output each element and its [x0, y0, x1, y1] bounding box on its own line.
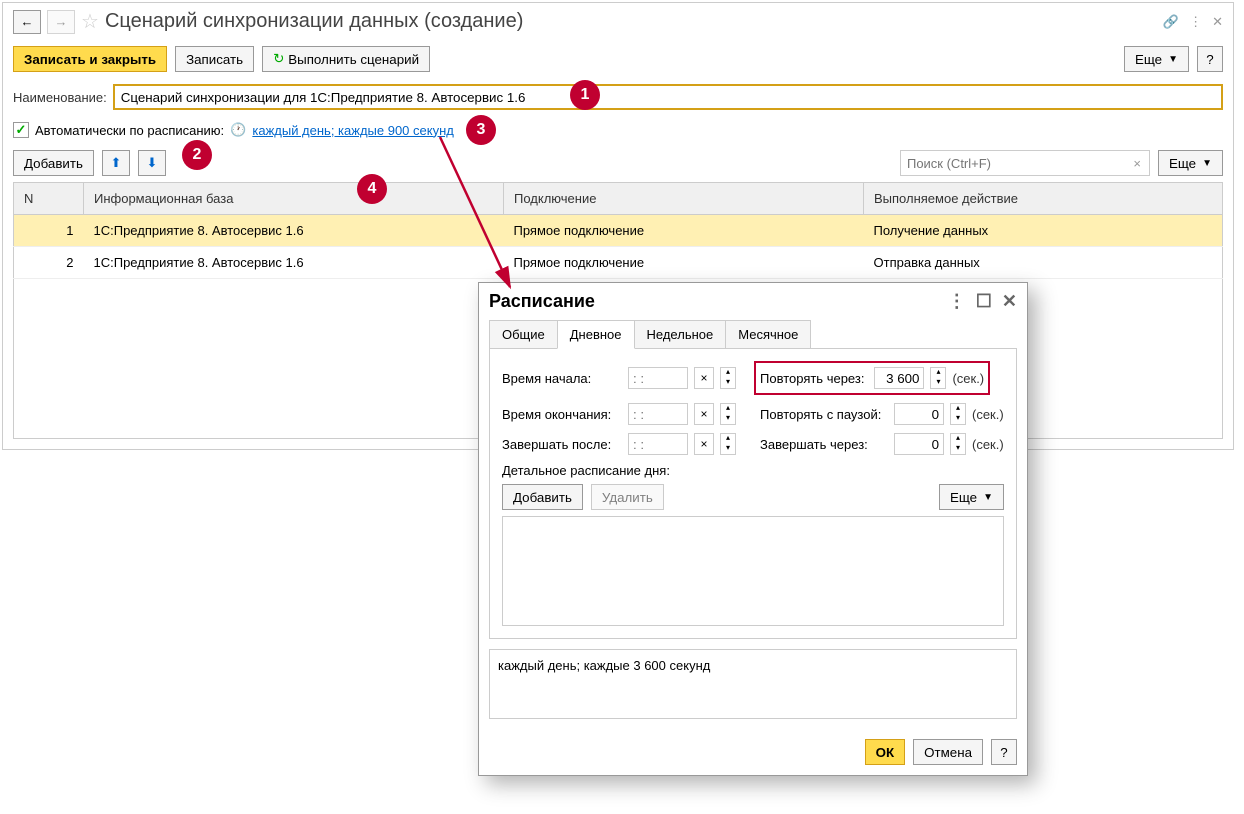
schedule-description: каждый день; каждые 3 600 секунд [489, 649, 1017, 719]
search-input[interactable] [905, 155, 1129, 172]
annotation-badge-2: 2 [182, 140, 212, 170]
more-button[interactable]: Еще ▼ [1124, 46, 1189, 72]
start-time-input[interactable] [628, 367, 688, 389]
move-down-button[interactable]: ⬇ [138, 150, 166, 176]
back-button[interactable]: ← [13, 10, 41, 34]
schedule-dialog: Расписание ⋮ ☐ ✕ Общие Дневное Недельное… [478, 282, 1028, 776]
start-time-label: Время начала: [502, 371, 622, 386]
window-title: Сценарий синхронизации данных (создание) [105, 10, 1157, 33]
star-icon[interactable]: ☆ [81, 9, 99, 34]
help-button[interactable]: ? [1197, 46, 1223, 72]
auto-label: Автоматически по расписанию: [35, 123, 224, 138]
clear-end-time[interactable]: × [694, 403, 714, 425]
dialog-help-button[interactable]: ? [991, 739, 1017, 765]
finish-in-input[interactable] [894, 433, 944, 455]
dialog-title: Расписание [489, 291, 595, 312]
scenarios-table: N Информационная база Подключение Выполн… [13, 182, 1223, 279]
repeat-highlight: Повторять через: ▴▾ (сек.) [754, 361, 990, 395]
end-time-label: Время окончания: [502, 407, 622, 422]
name-input[interactable] [113, 84, 1223, 110]
clock-icon: 🕐 [230, 122, 246, 138]
finish-in-label: Завершать через: [760, 437, 888, 452]
table-more-button[interactable]: Еще ▼ [1158, 150, 1223, 176]
start-time-spinner[interactable]: ▴▾ [720, 367, 736, 389]
end-time-spinner[interactable]: ▴▾ [720, 403, 736, 425]
pause-spinner[interactable]: ▴▾ [950, 403, 966, 425]
detail-delete-button[interactable]: Удалить [591, 484, 664, 510]
annotation-badge-1: 1 [570, 80, 600, 110]
col-action[interactable]: Выполняемое действие [864, 183, 1223, 215]
detail-list[interactable] [502, 516, 1004, 626]
clear-finish-after[interactable]: × [694, 433, 714, 455]
detail-more-button[interactable]: Еще ▼ [939, 484, 1004, 510]
finish-after-label: Завершать после: [502, 437, 622, 452]
arrow-up-icon: ⬆ [110, 155, 121, 171]
tab-monthly[interactable]: Месячное [725, 320, 811, 349]
tab-general[interactable]: Общие [489, 320, 558, 349]
repeat-every-label: Повторять через: [760, 371, 864, 386]
refresh-icon: ↻ [273, 51, 284, 67]
end-time-input[interactable] [628, 403, 688, 425]
sec-label: (сек.) [952, 371, 984, 386]
move-up-button[interactable]: ⬆ [102, 150, 130, 176]
schedule-link[interactable]: каждый день; каждые 900 секунд [252, 123, 454, 138]
link-icon[interactable]: 🔗 [1163, 14, 1179, 30]
chevron-down-icon: ▼ [1168, 54, 1178, 65]
close-icon[interactable]: ✕ [1212, 14, 1223, 30]
clear-start-time[interactable]: × [694, 367, 714, 389]
ok-button[interactable]: ОК [865, 739, 906, 765]
dialog-maximize-icon[interactable]: ☐ [976, 291, 992, 312]
col-base[interactable]: Информационная база [84, 183, 504, 215]
chevron-down-icon: ▼ [1202, 158, 1212, 169]
repeat-pause-label: Повторять с паузой: [760, 407, 888, 422]
save-button[interactable]: Записать [175, 46, 254, 72]
repeat-every-input[interactable] [874, 367, 924, 389]
tab-daily[interactable]: Дневное [557, 320, 635, 349]
finish-in-spinner[interactable]: ▴▾ [950, 433, 966, 455]
run-button[interactable]: ↻ Выполнить сценарий [262, 46, 430, 72]
dialog-menu-icon[interactable]: ⋮ [948, 291, 966, 312]
repeat-pause-input[interactable] [894, 403, 944, 425]
menu-icon[interactable]: ⋮ [1189, 14, 1202, 30]
detail-label: Детальное расписание дня: [502, 463, 1004, 478]
clear-search-icon[interactable]: × [1129, 156, 1145, 171]
annotation-badge-3: 3 [466, 115, 496, 145]
arrow-down-icon: ⬇ [146, 155, 157, 171]
chevron-down-icon: ▼ [983, 492, 993, 503]
detail-add-button[interactable]: Добавить [502, 484, 583, 510]
col-n[interactable]: N [14, 183, 84, 215]
auto-checkbox[interactable]: ✓ [13, 122, 29, 138]
tab-weekly[interactable]: Недельное [634, 320, 727, 349]
annotation-badge-4: 4 [357, 174, 387, 204]
dialog-close-icon[interactable]: ✕ [1002, 291, 1017, 312]
finish-after-input[interactable] [628, 433, 688, 455]
search-box[interactable]: × [900, 150, 1150, 176]
forward-button[interactable]: → [47, 10, 75, 34]
repeat-spinner[interactable]: ▴▾ [930, 367, 946, 389]
cancel-button[interactable]: Отмена [913, 739, 983, 765]
save-close-button[interactable]: Записать и закрыть [13, 46, 167, 72]
finish-after-spinner[interactable]: ▴▾ [720, 433, 736, 455]
table-row[interactable]: 1 1С:Предприятие 8. Автосервис 1.6 Прямо… [14, 215, 1223, 247]
name-label: Наименование: [13, 90, 107, 105]
col-conn[interactable]: Подключение [504, 183, 864, 215]
table-row[interactable]: 2 1С:Предприятие 8. Автосервис 1.6 Прямо… [14, 247, 1223, 279]
add-button[interactable]: Добавить [13, 150, 94, 176]
